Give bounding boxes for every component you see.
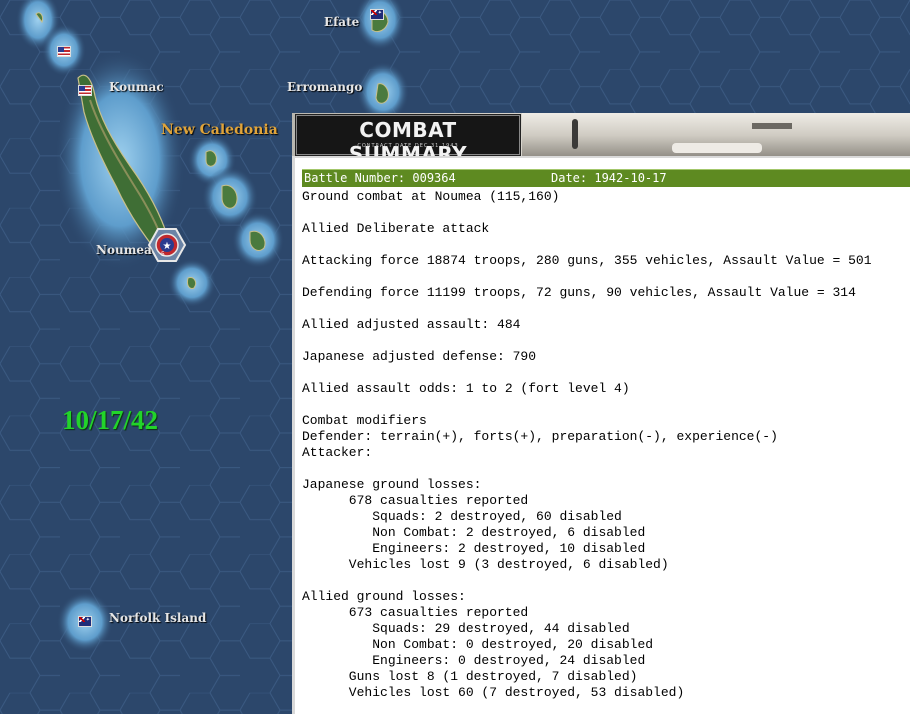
battle-number: Battle Number: 009364 (304, 171, 456, 185)
map-label-efate: Efate (324, 15, 360, 29)
map-label-koumac: Koumac (109, 80, 164, 94)
report-line: Squads: 2 destroyed, 60 disabled (302, 509, 622, 524)
report-line: Japanese ground losses: (302, 477, 482, 492)
report-line (302, 205, 872, 221)
map-label-noumea: Noumea (96, 243, 152, 257)
battle-date: Date: 1942-10-17 (551, 171, 667, 185)
us-flag-icon (57, 46, 71, 57)
report-line: 678 casualties reported (302, 493, 529, 508)
report-line: Ground combat at Noumea (115,160) (302, 189, 560, 204)
australian-flag-icon (78, 616, 92, 627)
combat-summary-header: COMBAT SUMMARY CONTRACT DATE DEC 31 1943 (292, 113, 910, 158)
map-label-norfolk-island: Norfolk Island (109, 611, 207, 625)
report-line: Defender: terrain(+), forts(+), preparat… (302, 429, 778, 444)
report-line: Vehicles lost 60 (7 destroyed, 53 disabl… (302, 685, 685, 700)
report-line (302, 301, 872, 317)
report-paper[interactable]: Battle Number: 009364 Date: 1942-10-17 G… (292, 156, 910, 714)
australian-flag-icon (370, 9, 384, 20)
report-line: Combat modifiers (302, 413, 427, 428)
map-label-new-caledonia: New Caledonia (161, 122, 278, 138)
window-subtitle: CONTRACT DATE DEC 31 1943 (357, 143, 459, 149)
svg-text:5: 5 (161, 251, 165, 258)
report-line (302, 573, 872, 589)
report-line: Vehicles lost 9 (3 destroyed, 6 disabled… (302, 557, 669, 572)
report-line: Japanese adjusted defense: 790 (302, 349, 537, 364)
report-line: Allied ground losses: (302, 589, 466, 604)
current-date-overlay: 10/17/42 (62, 405, 159, 435)
report-line: Squads: 29 destroyed, 44 disabled (302, 621, 630, 636)
noumea-base-marker[interactable]: ★ 5 (147, 228, 187, 262)
us-flag-icon (78, 85, 92, 96)
report-line: Allied Deliberate attack (302, 221, 490, 236)
header-photo (522, 113, 910, 158)
report-line (302, 269, 872, 285)
report-line (302, 333, 872, 349)
report-line (302, 461, 872, 477)
report-line: Allied adjusted assault: 484 (302, 317, 521, 332)
report-line: Attacker: (302, 445, 373, 460)
report-line: Engineers: 0 destroyed, 24 disabled (302, 653, 646, 668)
report-line (302, 397, 872, 413)
report-line: Defending force 11199 troops, 72 guns, 9… (302, 285, 856, 300)
report-line: Allied assault odds: 1 to 2 (fort level … (302, 381, 630, 396)
window-title: COMBAT SUMMARY (348, 118, 468, 158)
report-line (302, 237, 872, 253)
combat-summary-window[interactable]: COMBAT SUMMARY CONTRACT DATE DEC 31 1943… (292, 113, 910, 714)
map-label-erromango: Erromango (287, 80, 363, 94)
battle-info-bar: Battle Number: 009364 Date: 1942-10-17 (302, 169, 910, 187)
report-line: Engineers: 2 destroyed, 10 disabled (302, 541, 646, 556)
report-line: Attacking force 18874 troops, 280 guns, … (302, 253, 872, 268)
report-line: Non Combat: 0 destroyed, 20 disabled (302, 637, 654, 652)
report-line: 673 casualties reported (302, 605, 529, 620)
combat-report-text: Ground combat at Noumea (115,160) Allied … (302, 189, 872, 701)
report-line: Non Combat: 2 destroyed, 6 disabled (302, 525, 646, 540)
title-plate: COMBAT SUMMARY CONTRACT DATE DEC 31 1943 (296, 115, 520, 158)
report-line (302, 365, 872, 381)
report-line: Guns lost 8 (1 destroyed, 7 disabled) (302, 669, 638, 684)
